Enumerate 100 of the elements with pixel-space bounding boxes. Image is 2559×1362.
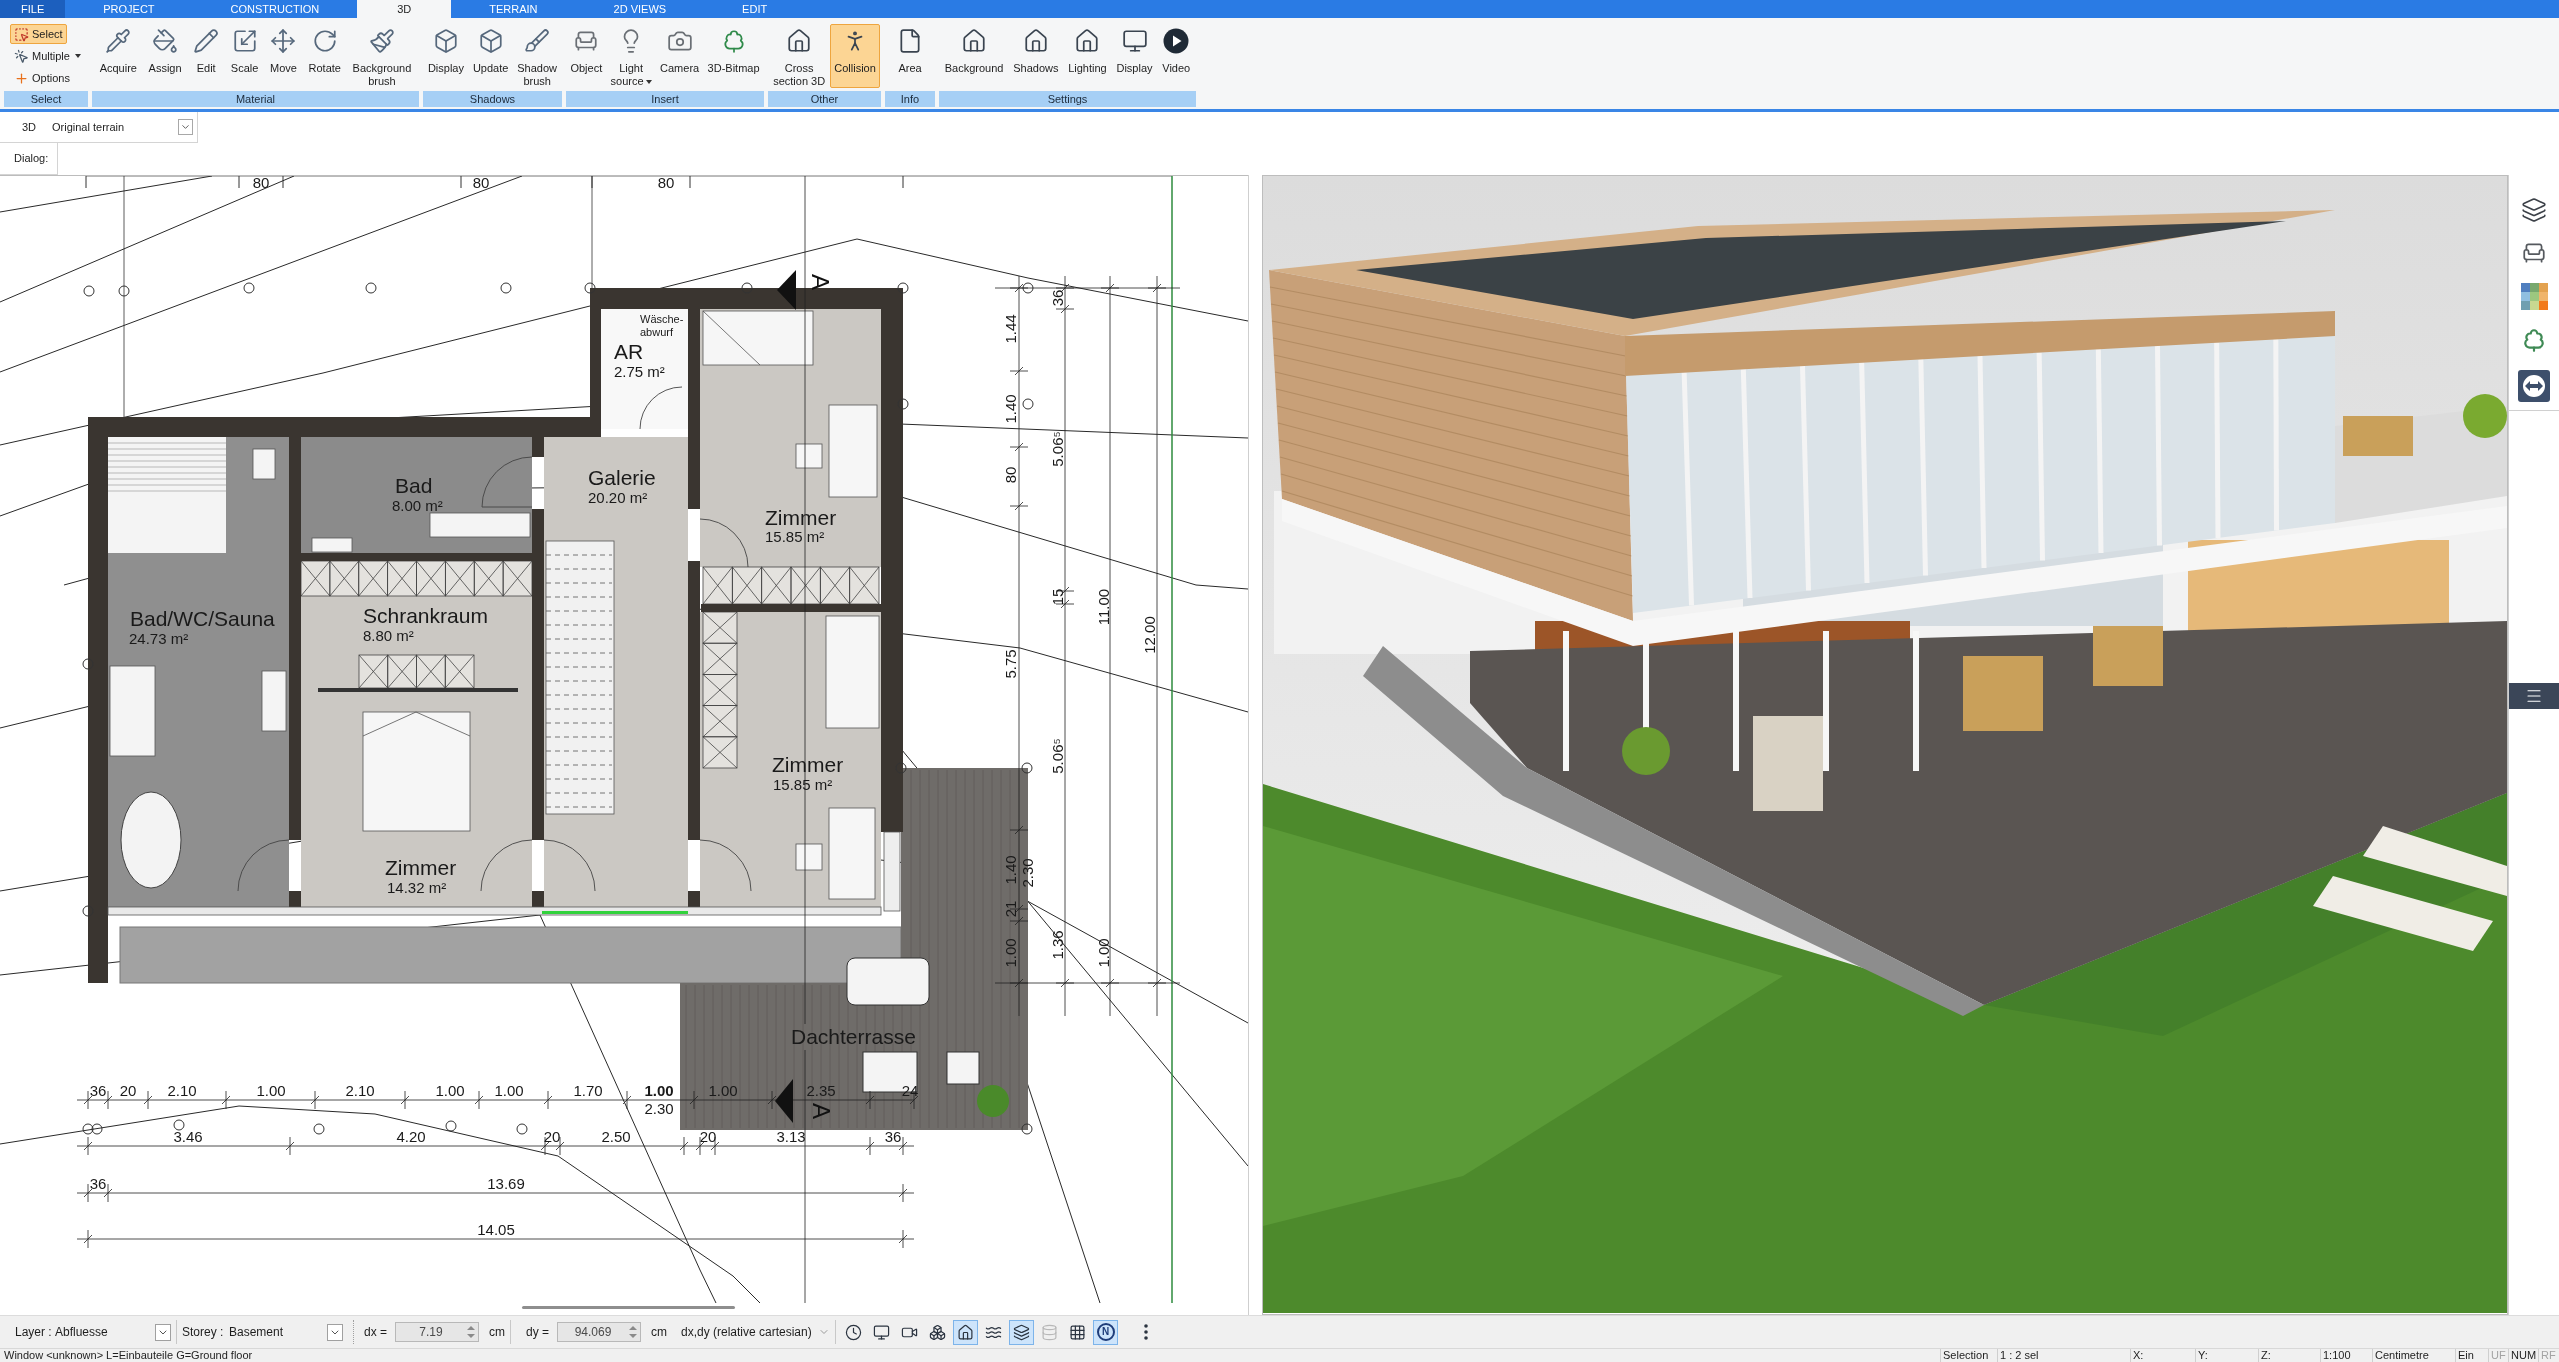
room-area-label: 8.80 m²	[363, 627, 414, 644]
room-name-label: Bad	[395, 474, 433, 497]
ribbon-tab[interactable]: PROJECT	[65, 0, 193, 18]
room-name-label: Zimmer	[772, 753, 844, 776]
cube-icon	[432, 28, 459, 54]
dimension-label: 3.13	[776, 1128, 806, 1145]
dimension-label: 1.40	[1002, 855, 1019, 885]
ribbon-button[interactable]: Background brush	[348, 24, 416, 88]
ribbon-tab[interactable]: CONSTRUCTION	[192, 0, 358, 18]
ribbon-button[interactable]: Lighting	[1064, 24, 1111, 88]
ribbon-tab[interactable]: TERRAIN	[451, 0, 576, 18]
coordinate-mode-dropdown[interactable]: dx,dy (relative cartesian)	[681, 1321, 830, 1343]
dimension-label: 1.00	[494, 1082, 524, 1099]
ribbon-button[interactable]: Assign	[144, 24, 186, 88]
ribbon-button[interactable]: Update	[468, 24, 513, 88]
ribbon-button[interactable]: Display	[1112, 24, 1157, 88]
brush-icon	[524, 28, 551, 54]
horizontal-scrollbar-thumb[interactable]	[522, 1306, 735, 1309]
ribbon-button[interactable]: Cross section 3D	[769, 24, 830, 88]
ribbon-group-label: Settings	[939, 91, 1196, 107]
dimension-label: 12.00	[1141, 616, 1158, 654]
toolbar-toggle-button[interactable]: N	[1093, 1319, 1118, 1345]
room-area-label: 2.75 m²	[614, 363, 665, 380]
ribbon-button[interactable]: Shadows	[1009, 24, 1063, 88]
dimension-label: 2.30	[644, 1100, 674, 1117]
view-mode-label: 3D	[22, 119, 38, 135]
dimension-label: 1.00	[1095, 938, 1112, 968]
status-cell: NUM	[2508, 1349, 2538, 1362]
chevron-down-icon	[327, 1323, 343, 1341]
dimension-label: 15	[1049, 588, 1066, 606]
dimension-label: 1.00	[708, 1082, 738, 1099]
double-arrow-tile-icon[interactable]	[2518, 370, 2550, 402]
ribbon-button[interactable]: Collision	[830, 24, 880, 88]
status-message: Window <unknown> L=Einbauteile G=Ground floor	[3, 1349, 254, 1362]
dimension-label: 36	[89, 1175, 107, 1192]
menu-button[interactable]	[2509, 683, 2559, 709]
ribbon-group-label: Material	[92, 91, 419, 107]
ribbon-button[interactable]: Video	[1158, 24, 1195, 88]
terrain-dropdown[interactable]: Original terrain	[52, 116, 197, 138]
layer-label: Layer :	[15, 1324, 53, 1341]
paint-bucket-icon	[152, 28, 179, 54]
layers-icon[interactable]	[2521, 197, 2547, 223]
room-name-label: Schrankraum	[363, 604, 488, 627]
room-area-label: 20.20 m²	[588, 489, 648, 506]
ribbon-button[interactable]: Select	[10, 24, 67, 44]
ribbon-button[interactable]: Display	[423, 24, 468, 88]
tree-icon[interactable]	[2521, 327, 2547, 353]
dimension-label: 5.06⁵	[1049, 431, 1066, 467]
dimension-label: 80	[1002, 466, 1019, 484]
dimension-label: 1.36	[1049, 930, 1066, 960]
dimension-label: 2.10	[345, 1082, 375, 1099]
dimension-label: 14.05	[477, 1221, 515, 1238]
dimension-label: 1.44	[1002, 314, 1019, 344]
ribbon-tab[interactable]: 2D VIEWS	[575, 0, 705, 18]
status-cell: RF	[2538, 1349, 2559, 1362]
toolbar-toggle-button[interactable]	[953, 1319, 978, 1345]
unit-label: cm	[489, 1324, 505, 1341]
ribbon-button[interactable]: Light source	[606, 24, 656, 88]
layer-dropdown[interactable]: Abfluesse	[53, 1321, 171, 1343]
status-cell: X:	[2130, 1349, 2195, 1362]
ribbon-button[interactable]: Rotate	[304, 24, 345, 88]
room-name-label: Zimmer	[765, 506, 837, 529]
storey-dropdown[interactable]: Basement	[227, 1321, 343, 1343]
ribbon-button[interactable]: Edit	[189, 24, 224, 88]
ribbon-button[interactable]: Camera	[656, 24, 704, 88]
ribbon-group-label: Info	[885, 91, 935, 107]
file-menu-tab[interactable]: FILE	[0, 0, 66, 18]
chevron-down-icon	[155, 1323, 171, 1341]
dimension-label: 36	[884, 1128, 902, 1145]
monitor-icon	[1121, 28, 1148, 54]
room-area-label: 24.73 m²	[129, 630, 189, 647]
dimension-label: 13.69	[487, 1175, 525, 1192]
ribbon-button[interactable]: Move	[266, 24, 301, 88]
ribbon-button[interactable]: Multiple	[10, 46, 85, 66]
ribbon-tab[interactable]: EDIT	[704, 0, 806, 18]
ribbon-button[interactable]: Acquire	[95, 24, 141, 88]
boxes-icon	[929, 1323, 946, 1341]
status-cell: Selection	[1940, 1349, 1997, 1362]
armchair-icon[interactable]	[2521, 240, 2547, 266]
armchair-icon	[573, 28, 600, 54]
dimension-label: 1.00	[1002, 938, 1019, 968]
cube-icon	[477, 28, 504, 54]
ribbon-button[interactable]: Area	[893, 24, 927, 88]
ribbon-tab[interactable]: 3D	[357, 0, 452, 18]
color-swatches-icon[interactable]	[2520, 283, 2548, 310]
house-icon	[786, 28, 813, 54]
stacked-discs-icon	[1041, 1323, 1058, 1341]
dimension-label: 4.20	[396, 1128, 426, 1145]
dimension-label: 36	[89, 1082, 107, 1099]
ribbon-button[interactable]: Scale	[226, 24, 263, 88]
ribbon-button[interactable]: Options	[10, 68, 74, 88]
room-name-label: Zimmer	[385, 856, 457, 879]
toolbar-toggle-button[interactable]	[1009, 1319, 1034, 1345]
ribbon-button[interactable]: Object	[566, 24, 607, 88]
dimension-label: 1.70	[573, 1082, 603, 1099]
ribbon-button[interactable]: Background	[940, 24, 1008, 88]
ribbon-button[interactable]: Shadow brush	[513, 24, 562, 88]
ribbon-button[interactable]: 3D-Bitmap	[703, 24, 764, 88]
dimension-label: 1.00	[644, 1082, 674, 1099]
dimension-label: 2.50	[601, 1128, 631, 1145]
